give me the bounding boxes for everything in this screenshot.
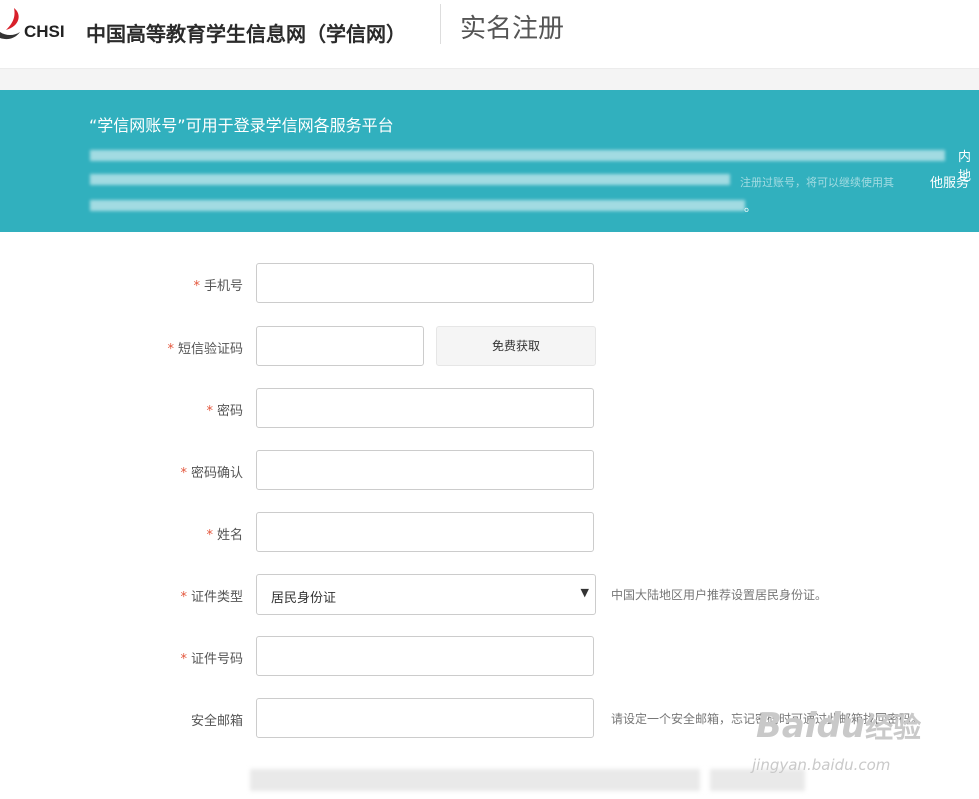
watermark-url: jingyan.baidu.com — [752, 756, 891, 774]
password-confirm-label-text: 密码确认 — [190, 466, 243, 481]
baidu-watermark: Baidu经验 — [756, 706, 921, 746]
info-banner: “学信网账号”可用于登录学信网各服务平台 内地 注册过账号，将可以继续使用其 他… — [0, 90, 979, 232]
banner-title: “学信网账号”可用于登录学信网各服务平台 — [89, 116, 394, 135]
password-confirm-input[interactable] — [256, 450, 594, 490]
site-name[interactable]: 中国高等教育学生信息网（学信网） — [86, 18, 406, 47]
logo-text: CHSI — [24, 22, 65, 41]
blurred-text — [90, 174, 730, 185]
id-type-hint: 中国大陆地区用户推荐设置居民身份证。 — [611, 588, 828, 602]
name-label: * 姓名 — [206, 524, 243, 543]
id-type-select[interactable]: 居民身份证 ▼ — [256, 574, 596, 615]
banner-line2-faint: 注册过账号，将可以继续使用其 — [740, 176, 894, 189]
password-row: * 密码 — [0, 388, 979, 430]
phone-label-text: 手机号 — [203, 279, 243, 294]
banner-line3-end: 。 — [744, 200, 758, 215]
chevron-down-icon: ▼ — [580, 586, 589, 599]
phone-row: * 手机号 — [0, 263, 979, 305]
sms-label: * 短信验证码 — [167, 338, 243, 357]
required-mark: * — [180, 466, 187, 481]
email-label: 安全邮箱 — [191, 710, 243, 729]
id-number-label: * 证件号码 — [180, 648, 243, 667]
watermark-suffix: 经验 — [865, 711, 922, 744]
required-mark: * — [193, 279, 200, 294]
email-label-text: 安全邮箱 — [190, 714, 243, 729]
get-sms-code-button[interactable]: 免费获取 — [436, 326, 596, 366]
header-band — [0, 68, 979, 91]
id-number-input[interactable] — [256, 636, 594, 676]
blurred-text — [90, 150, 945, 161]
password-label-text: 密码 — [216, 404, 243, 419]
id-number-row: * 证件号码 — [0, 636, 979, 678]
phone-input[interactable] — [256, 263, 594, 303]
header: CHSI 中国高等教育学生信息网（学信网） 实名注册 — [0, 0, 979, 68]
email-input[interactable] — [256, 698, 594, 738]
blurred-text — [250, 769, 700, 791]
blurred-text — [90, 200, 745, 211]
password-confirm-row: * 密码确认 — [0, 450, 979, 492]
name-input[interactable] — [256, 512, 594, 552]
id-type-label: * 证件类型 — [180, 586, 243, 605]
required-mark: * — [180, 652, 187, 667]
required-mark: * — [206, 404, 213, 419]
password-label: * 密码 — [206, 400, 243, 419]
watermark-brand: Baidu — [756, 706, 866, 746]
password-confirm-label: * 密码确认 — [180, 462, 243, 481]
id-type-row: * 证件类型 居民身份证 ▼ 中国大陆地区用户推荐设置居民身份证。 — [0, 574, 979, 616]
sms-label-text: 短信验证码 — [177, 342, 243, 357]
name-label-text: 姓名 — [216, 528, 243, 543]
banner-line2-end: 他服务 — [930, 176, 970, 191]
chsi-logo-icon — [0, 8, 20, 40]
id-number-label-text: 证件号码 — [190, 652, 243, 667]
name-row: * 姓名 — [0, 512, 979, 554]
required-mark: * — [206, 528, 213, 543]
id-type-selected-value: 居民身份证 — [271, 591, 337, 606]
header-divider — [440, 4, 441, 44]
required-mark: * — [167, 342, 174, 357]
sms-row: * 短信验证码 免费获取 — [0, 326, 979, 368]
required-mark: * — [180, 590, 187, 605]
id-type-label-text: 证件类型 — [190, 590, 243, 605]
page-title: 实名注册 — [460, 14, 565, 44]
sms-code-input[interactable] — [256, 326, 424, 366]
password-input[interactable] — [256, 388, 594, 428]
phone-label: * 手机号 — [193, 275, 243, 294]
